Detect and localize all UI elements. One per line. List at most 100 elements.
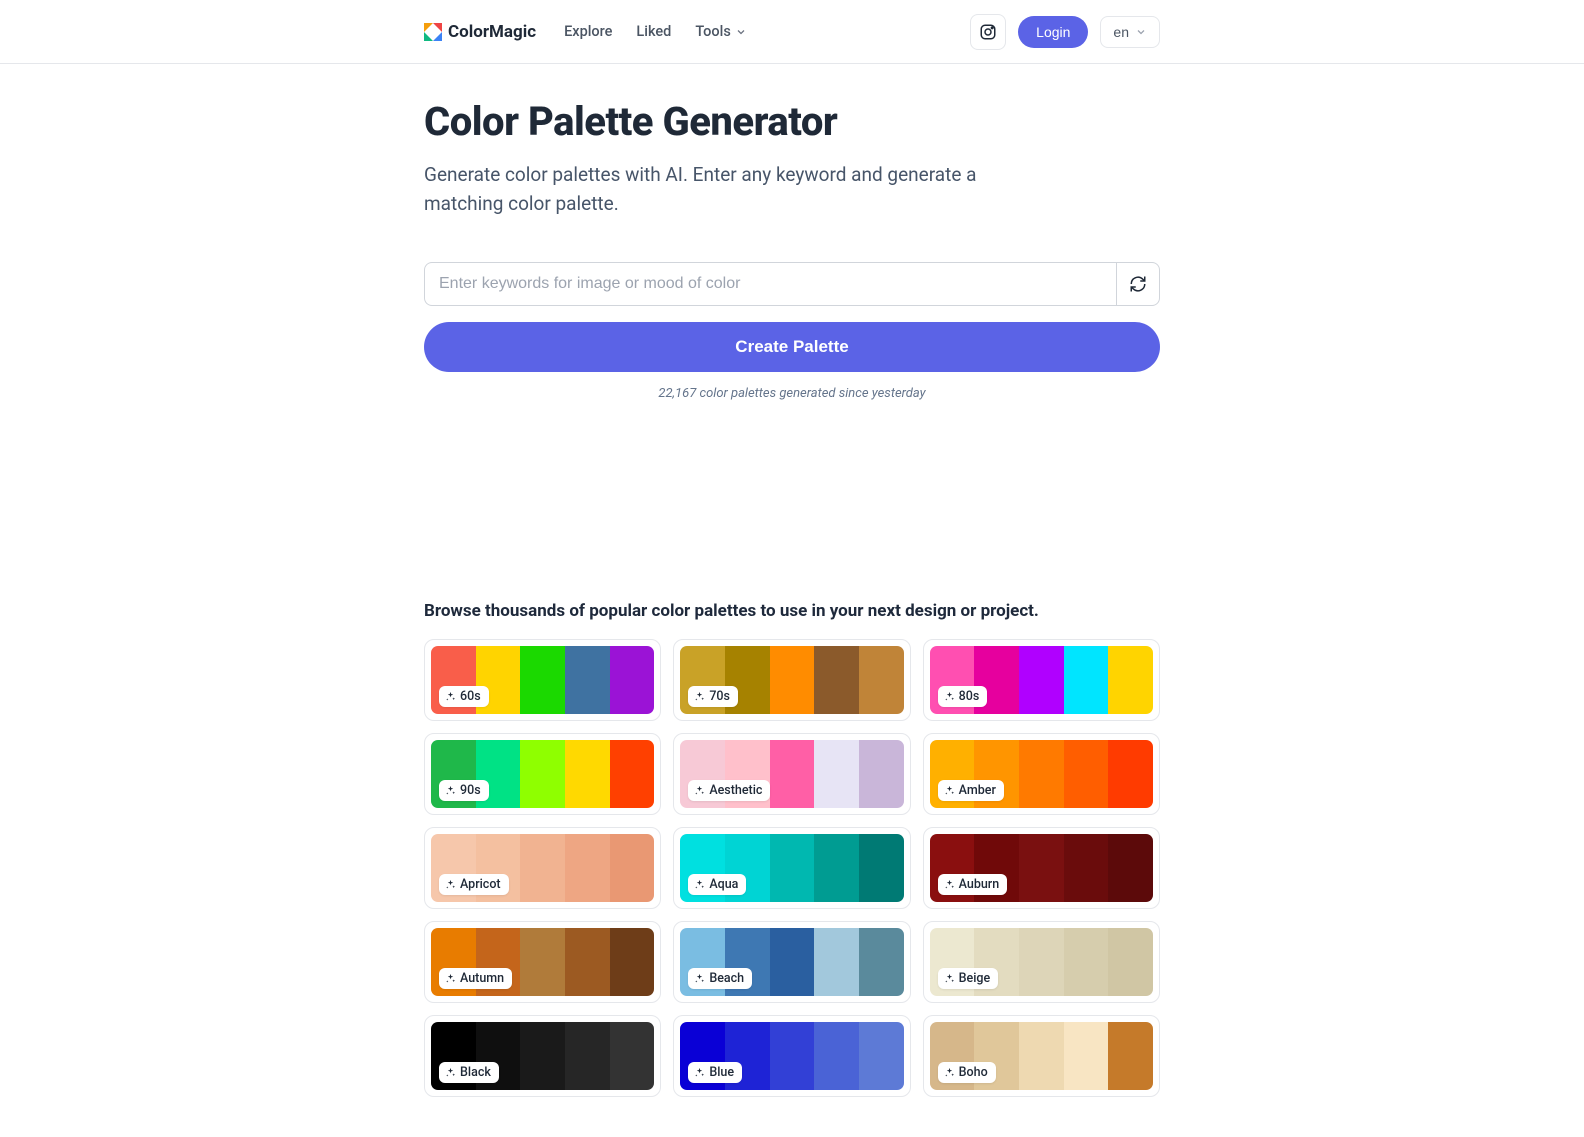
color-swatch — [610, 740, 655, 808]
sparkle-icon — [445, 1067, 456, 1078]
swatch-row: Blue — [680, 1022, 903, 1090]
nav-explore[interactable]: Explore — [564, 23, 612, 40]
palette-label: Amber — [959, 783, 996, 798]
color-swatch — [565, 646, 610, 714]
language-selector[interactable]: en — [1100, 16, 1160, 48]
color-swatch — [1064, 646, 1109, 714]
palette-label: Aqua — [709, 877, 738, 892]
color-swatch — [1064, 1022, 1109, 1090]
color-swatch — [610, 646, 655, 714]
color-swatch — [1064, 928, 1109, 996]
color-swatch — [859, 1022, 904, 1090]
sparkle-icon — [694, 879, 705, 890]
sparkle-icon — [944, 879, 955, 890]
create-palette-button[interactable]: Create Palette — [424, 322, 1160, 372]
palette-card[interactable]: 70s — [673, 639, 910, 721]
main-nav: Explore Liked Tools — [564, 23, 747, 40]
sparkle-icon — [694, 973, 705, 984]
color-swatch — [770, 740, 815, 808]
palette-card[interactable]: Amber — [923, 733, 1160, 815]
palette-tag: Beige — [938, 968, 999, 989]
palette-label: Apricot — [460, 877, 501, 892]
sparkle-icon — [944, 1067, 955, 1078]
color-swatch — [1064, 834, 1109, 902]
keyword-input[interactable] — [424, 262, 1116, 306]
swatch-row: Aesthetic — [680, 740, 903, 808]
palette-tag: 60s — [439, 686, 489, 707]
color-swatch — [814, 1022, 859, 1090]
swatch-row: Boho — [930, 1022, 1153, 1090]
swatch-row: Aqua — [680, 834, 903, 902]
swatch-row: Amber — [930, 740, 1153, 808]
instagram-button[interactable] — [970, 14, 1006, 50]
sparkle-icon — [694, 691, 705, 702]
palette-label: Beige — [959, 971, 991, 986]
sparkle-icon — [445, 691, 456, 702]
color-swatch — [814, 646, 859, 714]
color-swatch — [1108, 1022, 1153, 1090]
palette-card[interactable]: Aesthetic — [673, 733, 910, 815]
palette-card[interactable]: Black — [424, 1015, 661, 1097]
palette-grid: 60s 70s 80s 90s Aesthetic Amber Apricot Aqua Aub… — [424, 639, 1160, 1097]
logo-icon — [424, 23, 442, 41]
color-swatch — [610, 928, 655, 996]
palette-label: Auburn — [959, 877, 1000, 892]
palette-label: 60s — [460, 689, 481, 704]
swatch-row: 70s — [680, 646, 903, 714]
palette-tag: Apricot — [439, 874, 509, 895]
color-swatch — [859, 928, 904, 996]
color-swatch — [859, 740, 904, 808]
palette-tag: 80s — [938, 686, 988, 707]
swatch-row: 90s — [431, 740, 654, 808]
color-swatch — [520, 646, 565, 714]
color-swatch — [520, 740, 565, 808]
palette-card[interactable]: 60s — [424, 639, 661, 721]
color-swatch — [1019, 1022, 1064, 1090]
color-swatch — [1108, 646, 1153, 714]
sparkle-icon — [445, 973, 456, 984]
color-swatch — [1019, 834, 1064, 902]
login-button[interactable]: Login — [1018, 16, 1088, 48]
nav-tools[interactable]: Tools — [695, 23, 746, 40]
color-swatch — [565, 740, 610, 808]
color-swatch — [520, 834, 565, 902]
refresh-button[interactable] — [1116, 262, 1160, 306]
swatch-row: Beach — [680, 928, 903, 996]
swatch-row: Autumn — [431, 928, 654, 996]
sparkle-icon — [944, 785, 955, 796]
palette-label: 70s — [709, 689, 730, 704]
palette-label: Blue — [709, 1065, 734, 1080]
palette-card[interactable]: Apricot — [424, 827, 661, 909]
palette-label: Aesthetic — [709, 783, 762, 798]
color-swatch — [770, 928, 815, 996]
palette-card[interactable]: Boho — [923, 1015, 1160, 1097]
palette-card[interactable]: Blue — [673, 1015, 910, 1097]
color-swatch — [565, 834, 610, 902]
palette-tag: Auburn — [938, 874, 1008, 895]
color-swatch — [565, 928, 610, 996]
color-swatch — [1064, 740, 1109, 808]
palette-tag: Amber — [938, 780, 1004, 801]
palette-card[interactable]: Beige — [923, 921, 1160, 1003]
color-swatch — [814, 928, 859, 996]
palette-card[interactable]: Aqua — [673, 827, 910, 909]
palette-card[interactable]: 80s — [923, 639, 1160, 721]
palette-card[interactable]: Autumn — [424, 921, 661, 1003]
palette-card[interactable]: Auburn — [923, 827, 1160, 909]
palette-card[interactable]: Beach — [673, 921, 910, 1003]
color-swatch — [859, 834, 904, 902]
color-swatch — [1108, 928, 1153, 996]
sparkle-icon — [445, 879, 456, 890]
swatch-row: 60s — [431, 646, 654, 714]
brand-logo[interactable]: ColorMagic — [424, 22, 536, 42]
sparkle-icon — [694, 1067, 705, 1078]
palette-card[interactable]: 90s — [424, 733, 661, 815]
color-swatch — [565, 1022, 610, 1090]
palette-label: Black — [460, 1065, 491, 1080]
palette-tag: Beach — [688, 968, 752, 989]
color-swatch — [610, 1022, 655, 1090]
swatch-row: Apricot — [431, 834, 654, 902]
color-swatch — [1019, 646, 1064, 714]
nav-liked[interactable]: Liked — [636, 23, 671, 40]
palette-label: Beach — [709, 971, 744, 986]
